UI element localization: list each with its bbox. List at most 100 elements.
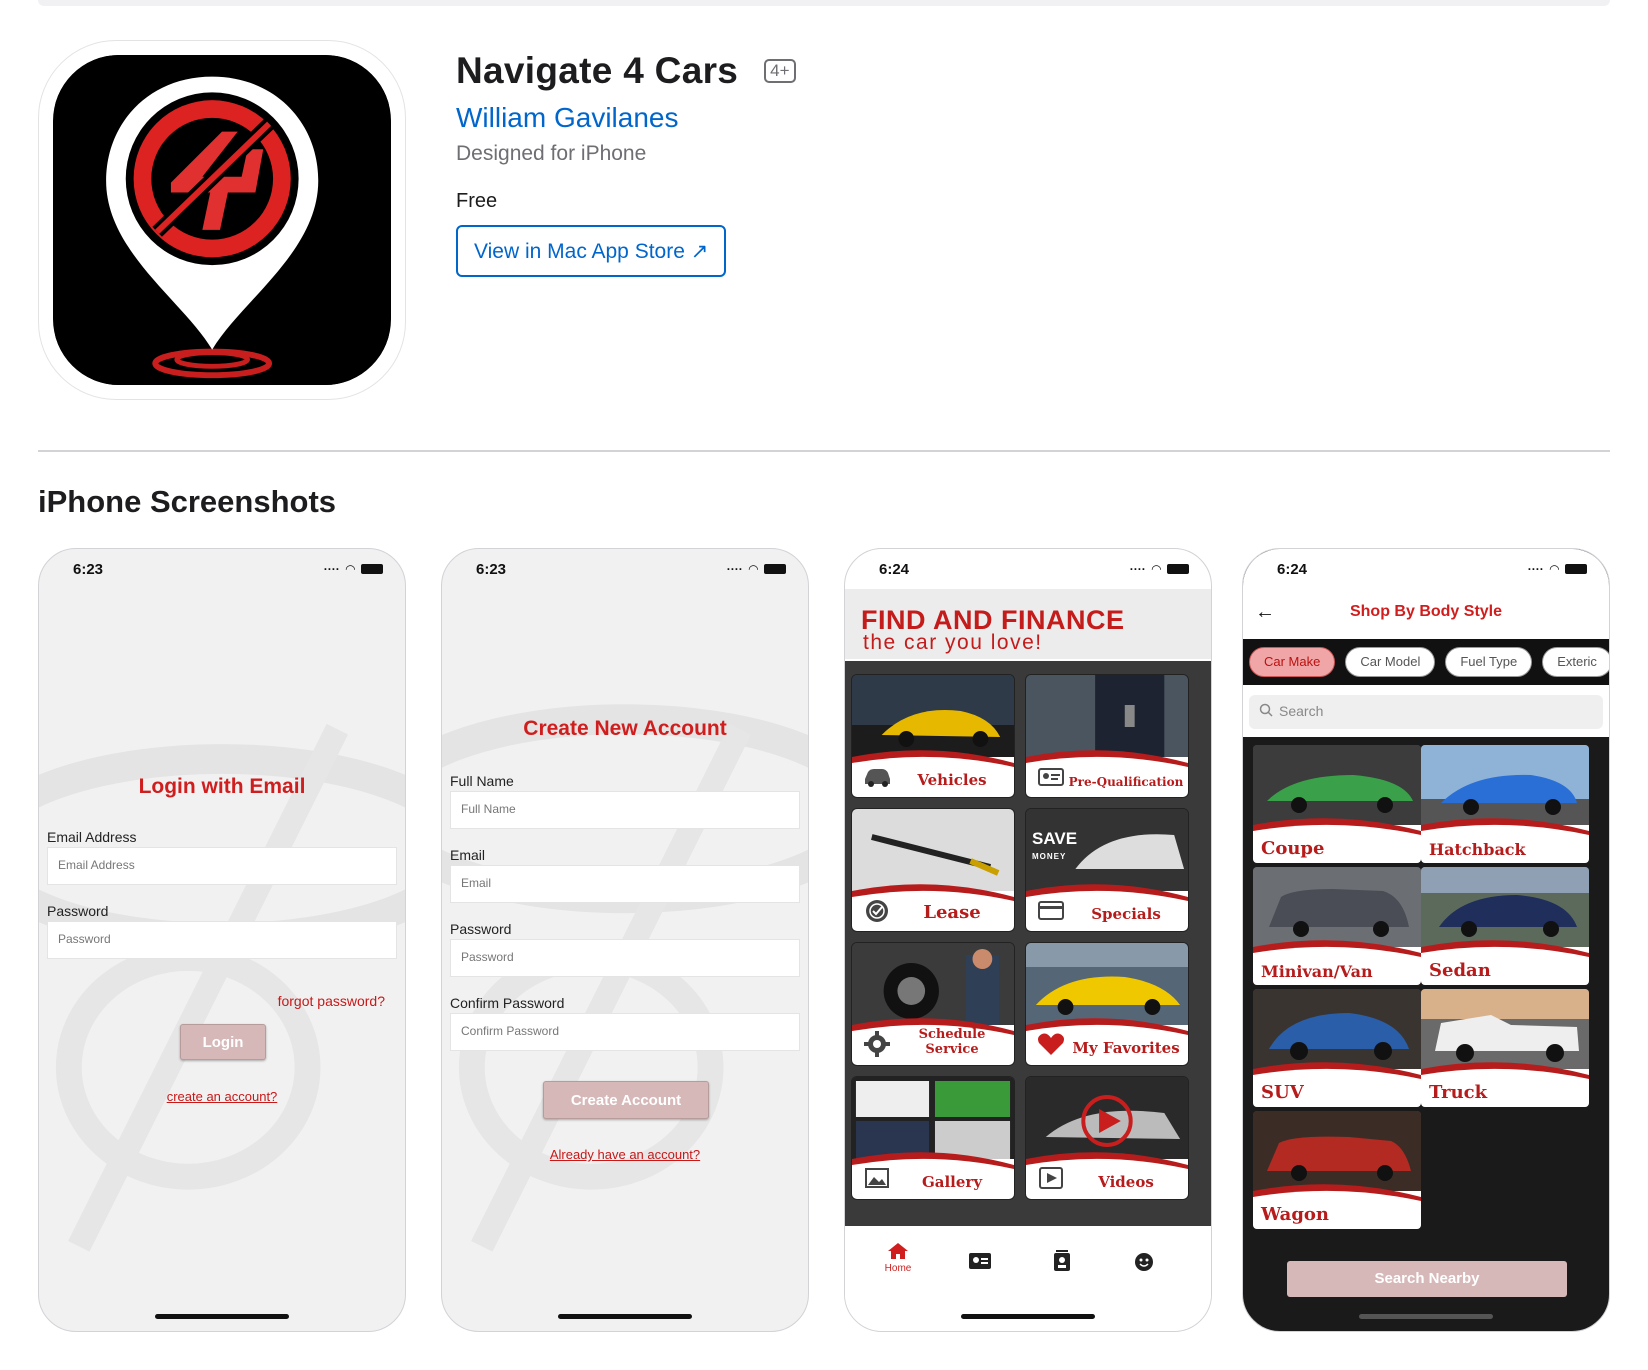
tile-specials[interactable]: SAVE MONEY Specials [1025,808,1189,932]
body-style-label: Hatchback [1429,840,1526,859]
status-time: 6:23 [476,560,507,578]
hero-subline: the car you love! [863,631,1043,654]
tile-schedule-service[interactable]: Schedule Service [851,942,1015,1066]
tab-profile[interactable] [955,1252,1005,1273]
section-divider [38,450,1610,452]
email-label: Email [450,847,486,863]
chip-exterior[interactable]: Exteric [1542,647,1609,677]
home-icon [888,1243,908,1259]
smiley-icon [1135,1253,1153,1271]
tile-pre-qualification[interactable]: Pre-Qualification [1025,674,1189,798]
signal-icon: ···· [1129,562,1146,576]
full-name-input[interactable]: Full Name [450,791,800,829]
password-input[interactable]: Password [47,921,397,959]
home-indicator [155,1314,289,1319]
wifi-icon: ◠ [1549,562,1559,576]
developer-link[interactable]: William Gavilanes [456,102,796,134]
status-bar: 6:24 ···· ◠ [1243,549,1609,589]
login-title: Login with Email [138,775,306,798]
search-icon [1259,703,1273,717]
battery-icon [1167,564,1189,574]
email-label: Email Address [47,829,137,845]
chip-car-model[interactable]: Car Model [1345,647,1436,677]
top-nav-strip [38,0,1610,6]
profile-card-icon [969,1253,991,1269]
save-money-badge: SAVE MONEY [1032,829,1078,864]
body-style-label: Sedan [1429,960,1491,981]
tile-label: Videos [1098,1173,1154,1191]
tile-my-favorites[interactable]: My Favorites [1025,942,1189,1066]
login-button[interactable]: Login [180,1024,266,1060]
body-style-label: Minivan/Van [1261,962,1373,981]
email-input[interactable]: Email [450,865,800,903]
app-title: Navigate 4 Cars [456,50,739,91]
signal-icon: ···· [1527,562,1544,576]
create-account-title: Create New Account [523,717,727,740]
battery-icon [1565,564,1587,574]
body-style-sedan[interactable]: Sedan [1421,867,1589,985]
body-style-label: Coupe [1261,838,1325,859]
search-nearby-button[interactable]: Search Nearby [1287,1261,1567,1297]
body-style-coupe[interactable]: Coupe [1253,745,1421,863]
view-in-mac-app-store-button[interactable]: View in Mac App Store ↗ [456,225,727,277]
status-bar: 6:23 ···· ◠ [39,549,405,589]
body-style-truck[interactable]: Truck [1421,989,1589,1107]
map-pin-logo-icon [55,55,389,385]
create-account-link[interactable]: create an account? [39,1089,405,1104]
search-input[interactable]: Search [1249,695,1603,729]
email-input[interactable]: Email Address [47,847,397,885]
designed-for-label: Designed for iPhone [456,142,647,165]
body-style-label: Truck [1429,1082,1488,1103]
body-style-suv[interactable]: SUV [1253,989,1421,1107]
tab-home-label: Home [884,1263,912,1274]
tile-label: Pre-Qualification [1068,775,1184,789]
password-label: Password [450,921,512,937]
tab-home[interactable]: Home [873,1242,923,1274]
wifi-icon: ◠ [345,562,355,576]
home-indicator [961,1314,1095,1319]
nav-title: Shop By Body Style [1349,603,1503,620]
password-input[interactable]: Password [450,939,800,977]
contact-icon [1054,1250,1070,1271]
full-name-label: Full Name [450,773,514,789]
chip-car-make[interactable]: Car Make [1249,647,1336,677]
filter-chips: Car Make Car Model Fuel Type Exteric [1243,639,1609,685]
body-style-wagon[interactable]: Wagon [1253,1111,1421,1229]
section-title: iPhone Screenshots [38,484,337,519]
signal-icon: ···· [323,562,340,576]
tile-videos[interactable]: Videos [1025,1076,1189,1200]
battery-icon [361,564,383,574]
have-account-link[interactable]: Already have an account? [442,1147,808,1162]
body-style-label: Wagon [1261,1204,1329,1225]
screenshot-create-account[interactable]: 6:23 ···· ◠ Create New Account Full Name … [441,548,809,1332]
create-account-button[interactable]: Create Account [543,1081,709,1119]
password-label: Password [47,903,109,919]
status-time: 6:23 [73,560,104,578]
body-style-minivan[interactable]: Minivan/Van [1253,867,1421,985]
nav-bar: ← Shop By Body Style [1243,589,1609,639]
tile-gallery[interactable]: Gallery [851,1076,1015,1200]
wifi-icon: ◠ [1151,562,1161,576]
status-bar: 6:23 ···· ◠ [442,549,808,589]
tile-vehicles[interactable]: Vehicles [851,674,1015,798]
screenshot-body-style[interactable]: 6:24 ···· ◠ ← Shop By Body Style Car Make… [1242,548,1610,1332]
save-badge-bottom: MONEY [1032,852,1067,861]
tile-lease[interactable]: Lease [851,808,1015,932]
save-badge-top: SAVE [1032,829,1078,848]
confirm-password-input[interactable]: Confirm Password [450,1013,800,1051]
home-indicator [1359,1314,1493,1319]
forgot-password-link[interactable]: forgot password? [278,993,385,1009]
battery-icon [764,564,786,574]
tile-label: Lease [923,902,981,923]
screenshot-home[interactable]: 6:24 ···· ◠ FIND AND FINANCE the car you … [844,548,1212,1332]
body-style-hatchback[interactable]: Hatchback [1421,745,1589,863]
chip-fuel-type[interactable]: Fuel Type [1445,647,1533,677]
tab-contacts[interactable] [1037,1250,1087,1275]
screenshot-login[interactable]: 6:23 ···· ◠ Login with Email Email Addres… [38,548,406,1332]
tile-label: My Favorites [1072,1039,1180,1057]
wifi-icon: ◠ [748,562,758,576]
tab-more[interactable] [1119,1252,1169,1275]
app-icon [38,40,406,400]
home-indicator [558,1314,692,1319]
app-header: Navigate 4 Cars 4+ William Gavilanes Des… [456,50,796,277]
